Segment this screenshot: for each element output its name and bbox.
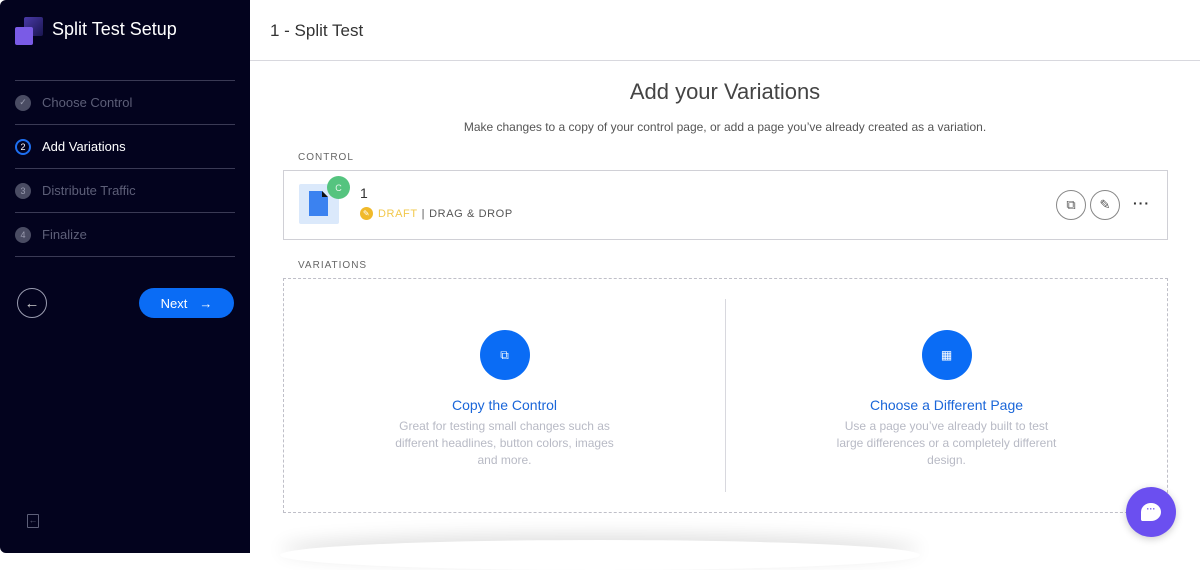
sidebar: Split Test Setup ✓ Choose Control 2 Add Va…	[0, 0, 250, 553]
exit-icon[interactable]: ←	[27, 514, 39, 528]
back-button[interactable]: ←	[17, 288, 47, 318]
control-meta: ✎ DRAFT | DRAG & DROP	[360, 207, 513, 220]
section-subheading: Make changes to a copy of your control p…	[463, 120, 987, 134]
copy-control-option[interactable]: ⧉ Copy the Control Great for testing sma…	[284, 279, 725, 514]
control-badge: C	[327, 176, 350, 199]
separator: |	[421, 207, 426, 220]
variations-label: VARIATIONS	[298, 260, 368, 271]
header: 1 - Split Test	[250, 0, 1200, 61]
step-finalize[interactable]: 4 Finalize	[15, 213, 235, 257]
arrow-right-icon: →	[199, 295, 213, 311]
page-title: 1 - Split Test	[270, 21, 364, 40]
section-heading: Add your Variations	[629, 79, 821, 104]
step-number: 2	[15, 138, 31, 155]
duplicate-button[interactable]: ⧉	[1056, 190, 1086, 220]
step-choose-control[interactable]: ✓ Choose Control	[15, 81, 235, 125]
status-badge: DRAFT	[378, 207, 418, 220]
check-icon: ✓	[15, 94, 31, 111]
more-options-icon[interactable]: ···	[1133, 195, 1150, 211]
pencil-icon: ✎	[1099, 197, 1111, 212]
app-title: Split Test Setup	[52, 19, 177, 39]
copy-icon: ⧉	[1066, 197, 1076, 212]
arrow-left-icon: ←	[24, 294, 40, 312]
control-label: CONTROL	[298, 152, 354, 163]
chat-icon: ···	[1141, 503, 1161, 521]
logo-icon	[15, 17, 43, 45]
step-label: Distribute Traffic	[42, 183, 136, 198]
option-description: Great for testing small changes such as …	[395, 419, 614, 467]
choose-page-option[interactable]: ▦ Choose a Different Page Use a page you…	[726, 279, 1167, 514]
variations-dropzone: ⧉ Copy the Control Great for testing sma…	[283, 278, 1168, 513]
control-card: C 1 ✎ DRAFT | DRAG & DROP ⧉ ✎ ···	[283, 170, 1168, 240]
next-label: Next	[160, 295, 188, 311]
step-label: Add Variations	[42, 139, 126, 154]
option-description: Use a page you’ve already built to test …	[836, 419, 1057, 467]
option-title[interactable]: Copy the Control	[284, 397, 725, 413]
edit-button[interactable]: ✎	[1090, 190, 1120, 220]
step-number: 3	[15, 182, 31, 199]
step-label: Choose Control	[42, 95, 133, 110]
step-label: Finalize	[42, 227, 87, 242]
option-title[interactable]: Choose a Different Page	[726, 397, 1167, 413]
step-distribute-traffic[interactable]: 3 Distribute Traffic	[15, 169, 235, 213]
control-page-name[interactable]: 1	[360, 185, 368, 201]
chat-button[interactable]: ···	[1126, 487, 1176, 537]
next-button[interactable]: Next →	[139, 288, 234, 318]
page-type: DRAG & DROP	[429, 207, 513, 220]
steps-list: ✓ Choose Control 2 Add Variations 3 Distrib…	[15, 80, 235, 257]
copy-icon[interactable]: ⧉	[479, 330, 530, 380]
step-add-variations[interactable]: 2 Add Variations	[15, 125, 235, 169]
step-number: 4	[15, 226, 31, 243]
grid-icon[interactable]: ▦	[921, 330, 972, 380]
footer-shadow	[280, 540, 920, 570]
wrench-icon: ✎	[360, 207, 373, 220]
